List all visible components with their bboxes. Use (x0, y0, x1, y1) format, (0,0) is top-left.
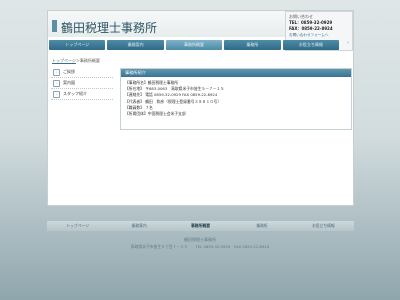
chevron-right-icon[interactable]: › (347, 40, 349, 46)
logo-mark (52, 20, 57, 32)
sidebar: › ご挨拶 › 案内図 › スタッフ紹介 (51, 67, 113, 100)
nav-item-top[interactable]: トップページ (49, 40, 106, 50)
arrow-right-icon: › (53, 79, 60, 87)
office-info-panel: 事務所紹介 【事務所名】鶴田税理士事務所 【所在地】 〒683-0063 鳥取県… (120, 68, 352, 130)
page-container: 鶴田税理士事務所 お問い合わせ TEL：0859-32-0929 FAX：085… (47, 10, 354, 206)
footer-link-location[interactable]: 業務所 (231, 221, 292, 231)
sidebar-item-label: ご挨拶 (63, 69, 75, 74)
arrow-right-icon: › (53, 90, 60, 98)
nav-item-location[interactable]: 業務所 (224, 40, 281, 50)
nav-item-info[interactable]: お役立ち情報 (282, 40, 340, 50)
footer-link-info[interactable]: お役立ち情報 (293, 221, 354, 231)
footer-link-services[interactable]: 業務案内 (108, 221, 169, 231)
sidebar-item-greeting[interactable]: › ご挨拶 (51, 67, 113, 78)
info-row-affiliation: 【所属団体】中国税理士会米子支部 (125, 111, 186, 117)
main-nav: トップページ 業務案内 事務所概要 業務所 お役立ち情報 (49, 40, 340, 50)
panel-title: 事務所紹介 (121, 69, 351, 77)
site-title[interactable]: 鶴田税理士事務所 (61, 19, 157, 36)
sidebar-item-map[interactable]: › 案内図 (51, 78, 113, 89)
nav-item-office[interactable]: 事務所概要 (165, 40, 223, 50)
footer-link-top[interactable]: トップページ (47, 221, 108, 231)
sidebar-item-label: 案内図 (63, 80, 75, 85)
panel-body: 【事務所名】鶴田税理士事務所 【所在地】 〒683-0063 鳥取県米子市皆生５… (121, 77, 351, 120)
arrow-right-icon: › (53, 68, 60, 76)
nav-item-services[interactable]: 業務案内 (107, 40, 164, 50)
footer-address: 鳥取県米子市皆生５丁目７－１５ TEL 0859-32-0929 FAX 085… (130, 244, 270, 249)
footer-nav: トップページ 業務案内 事務所概要 業務所 お役立ち情報 (47, 221, 354, 231)
breadcrumb-home-link[interactable]: トップページ (52, 58, 76, 63)
breadcrumb: トップページ＞事務所概要 (52, 58, 100, 64)
footer-office-name: 鶴田税理士事務所 (184, 237, 216, 242)
contact-form-link[interactable]: お問い合わせフォームへ (289, 32, 349, 38)
sidebar-item-label: スタッフ紹介 (63, 91, 87, 96)
sidebar-item-staff[interactable]: › スタッフ紹介 (51, 89, 113, 100)
breadcrumb-current: 事務所概要 (79, 58, 100, 63)
footer-link-office[interactable]: 事務所概要 (170, 221, 231, 231)
